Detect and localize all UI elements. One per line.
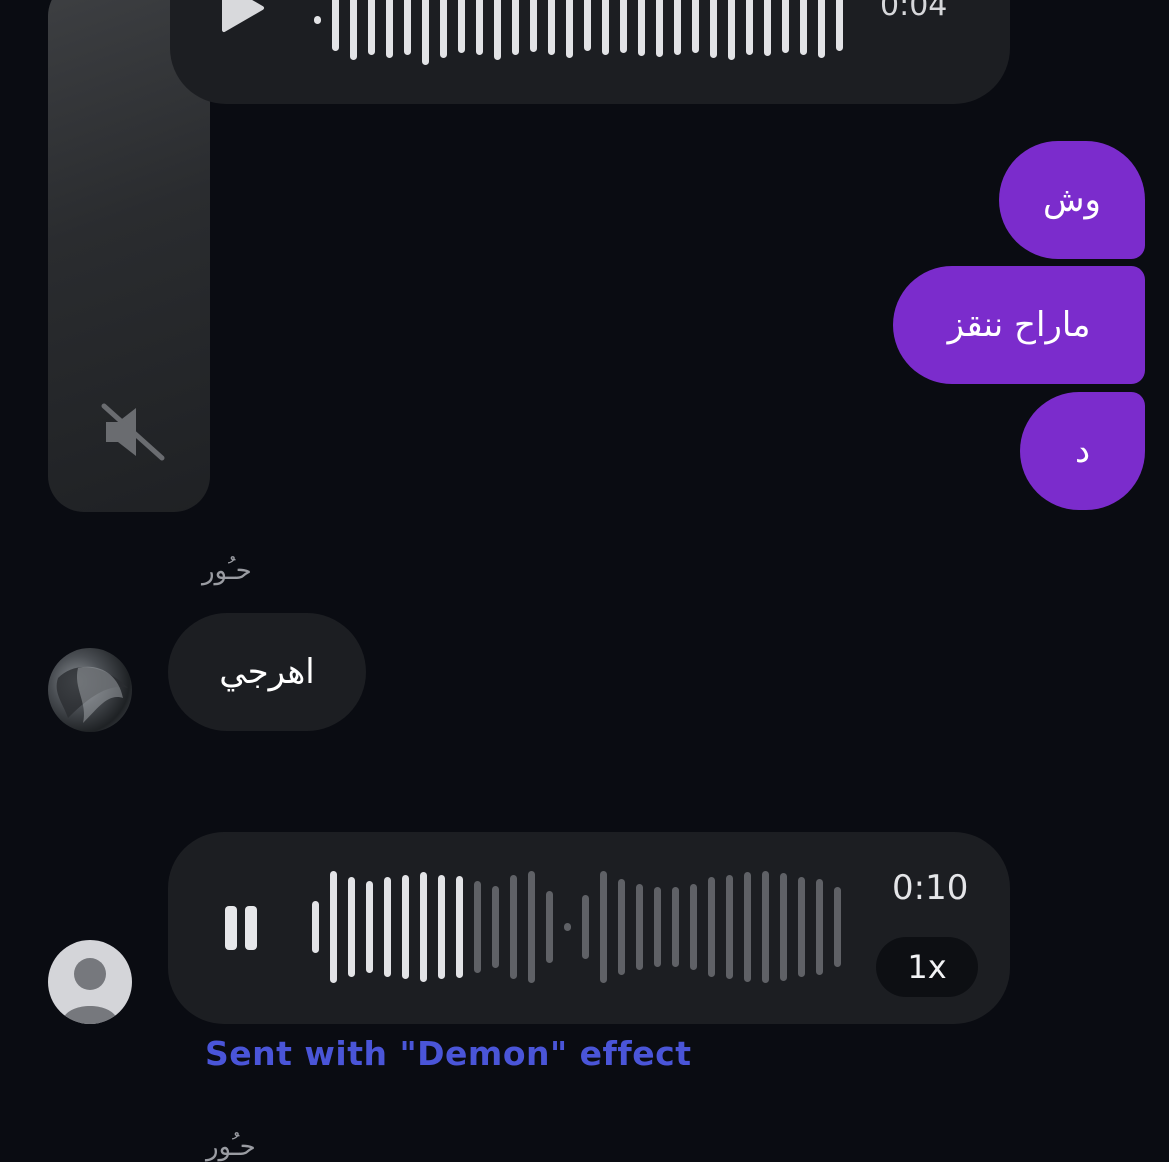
waveform-bar — [312, 901, 319, 953]
waveform-bar — [476, 0, 483, 55]
waveform-bar — [708, 877, 715, 977]
waveform-bar — [782, 0, 789, 53]
waveform-bar — [566, 0, 573, 58]
waveform-bar — [582, 895, 589, 959]
waveform-top[interactable] — [310, 0, 850, 70]
waveform-bar — [474, 881, 481, 973]
waveform-bar — [404, 0, 411, 55]
waveform-bar — [512, 0, 519, 55]
waveform-bar — [386, 0, 393, 58]
waveform[interactable] — [308, 866, 848, 988]
waveform-bar — [528, 871, 535, 983]
waveform-bar — [348, 877, 355, 977]
waveform-bar — [440, 0, 447, 58]
waveform-bar — [728, 0, 735, 60]
waveform-bar — [762, 871, 769, 983]
waveform-bar — [402, 875, 409, 979]
waveform-bar — [584, 0, 591, 51]
waveform-bar — [420, 872, 427, 982]
waveform-bar — [636, 884, 643, 970]
speaker-muted-icon[interactable] — [98, 400, 168, 464]
default-avatar-icon — [62, 958, 118, 1024]
avatar[interactable] — [48, 648, 132, 732]
waveform-bar — [492, 886, 499, 968]
waveform-bar — [744, 872, 751, 982]
waveform-bar — [422, 0, 429, 65]
playback-speed-button[interactable]: 1x — [876, 937, 978, 997]
waveform-bar — [836, 0, 843, 51]
waveform-bar — [564, 923, 571, 931]
waveform-bar — [726, 875, 733, 979]
waveform-bar — [620, 0, 627, 53]
received-message[interactable]: اهرجي — [168, 613, 366, 731]
waveform-bar — [692, 0, 699, 53]
waveform-bar — [458, 0, 465, 53]
waveform-bar — [618, 879, 625, 975]
waveform-bar — [746, 0, 753, 55]
play-icon[interactable] — [218, 0, 266, 34]
waveform-bar — [674, 0, 681, 55]
waveform-bar — [780, 873, 787, 981]
waveform-bar — [690, 884, 697, 970]
waveform-bar — [314, 16, 321, 24]
waveform-bar — [350, 0, 357, 60]
waveform-bar — [672, 887, 679, 967]
waveform-bar — [530, 0, 537, 52]
waveform-bar — [456, 876, 463, 978]
waveform-bar — [800, 0, 807, 55]
waveform-bar — [710, 0, 717, 58]
waveform-bar — [366, 881, 373, 973]
waveform-bar — [330, 871, 337, 983]
voice-effect-note: Sent with "Demon" effect — [205, 1034, 692, 1073]
sender-name: حـُور — [202, 556, 252, 586]
waveform-bar — [548, 0, 555, 55]
waveform-bar — [494, 0, 501, 60]
waveform-bar — [654, 887, 661, 967]
waveform-bar — [510, 875, 517, 979]
waveform-bar — [546, 891, 553, 963]
avatar-photo — [56, 666, 129, 723]
waveform-bar — [656, 0, 663, 57]
sent-message[interactable]: وش — [999, 141, 1145, 259]
waveform-bar — [834, 887, 841, 967]
waveform-bar — [638, 0, 645, 56]
waveform-bar — [818, 0, 825, 58]
waveform-bar — [764, 0, 771, 56]
avatar[interactable] — [48, 940, 132, 1024]
sent-message[interactable]: ماراح ننقز — [893, 266, 1145, 384]
waveform-bar — [798, 877, 805, 977]
waveform-bar — [332, 0, 339, 51]
voice-duration-top: 0:04 — [880, 0, 948, 23]
waveform-bar — [384, 877, 391, 977]
voice-duration: 0:10 — [892, 868, 969, 908]
pause-icon[interactable] — [224, 904, 258, 952]
waveform-bar — [600, 871, 607, 983]
sender-name: حـُور — [206, 1132, 256, 1162]
waveform-bar — [368, 0, 375, 55]
sent-message[interactable]: د — [1020, 392, 1145, 510]
waveform-bar — [438, 875, 445, 979]
waveform-bar — [602, 0, 609, 55]
waveform-bar — [816, 879, 823, 975]
